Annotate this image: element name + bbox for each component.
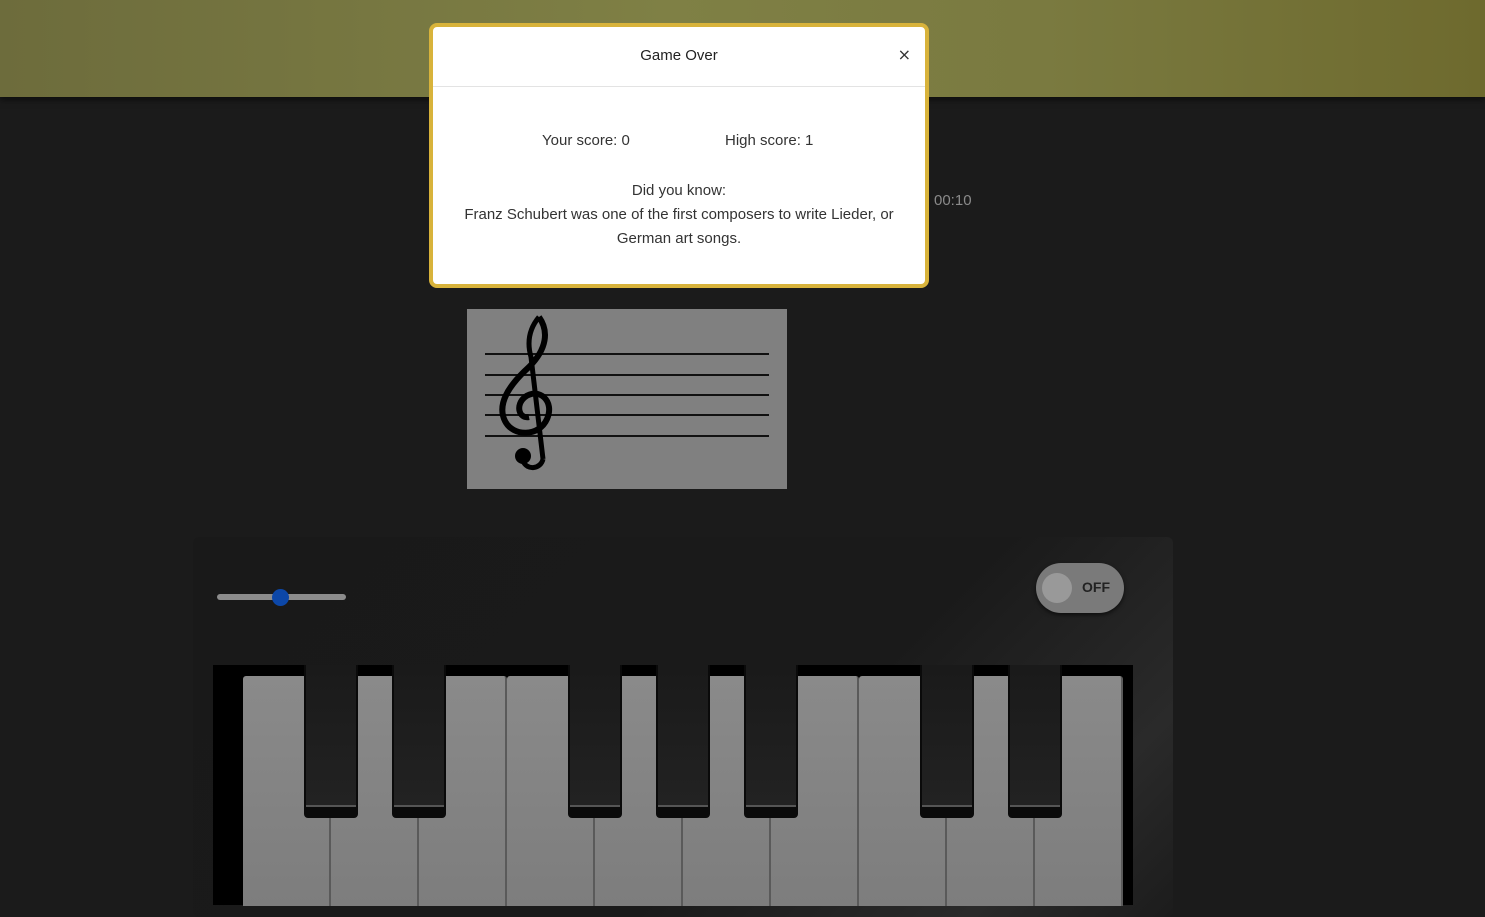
game-over-dialog: Game Over × Your score: 0 High score: 1 … <box>429 23 929 288</box>
dialog-header: Game Over × <box>433 27 925 87</box>
power-toggle-label: OFF <box>1082 579 1110 595</box>
black-key[interactable] <box>392 665 446 818</box>
game-timer: 00:10 <box>934 192 972 209</box>
black-key[interactable] <box>568 665 622 818</box>
fact-heading: Did you know: <box>631 182 727 199</box>
dialog-title: Game Over <box>640 47 718 64</box>
close-button[interactable]: × <box>898 45 911 64</box>
black-key[interactable] <box>744 665 798 818</box>
toggle-knob <box>1042 573 1072 603</box>
fun-fact: Did you know: Franz Schubert was one of … <box>447 179 911 251</box>
black-key[interactable] <box>656 665 710 818</box>
your-score: Your score: 0 <box>542 132 630 149</box>
music-staff <box>467 309 787 489</box>
treble-clef-icon <box>499 315 552 470</box>
power-toggle[interactable]: OFF <box>1036 563 1124 613</box>
high-score: High score: 1 <box>725 132 814 149</box>
black-key[interactable] <box>920 665 974 818</box>
black-key[interactable] <box>304 665 358 818</box>
black-key[interactable] <box>1008 665 1062 818</box>
volume-slider-thumb[interactable] <box>272 589 289 606</box>
fact-text: Franz Schubert was one of the first comp… <box>464 206 894 247</box>
